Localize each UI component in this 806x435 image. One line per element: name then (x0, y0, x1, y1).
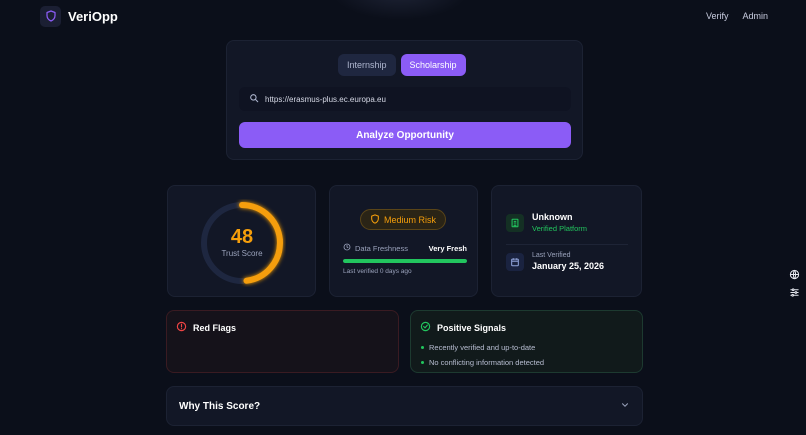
freshness-value: Very Fresh (428, 243, 467, 253)
list-item: Recently verified and up-to-date (421, 340, 544, 355)
url-input[interactable] (265, 94, 555, 104)
alert-circle-icon (176, 321, 187, 334)
side-toolbar (787, 268, 802, 299)
platform-status-row: Unknown Verified Platform (506, 212, 587, 233)
positive-signals-title: Positive Signals (437, 322, 507, 333)
shield-icon (370, 213, 380, 226)
red-flags-title: Red Flags (193, 322, 237, 333)
opportunity-type-tabs: Internship Scholarship (338, 54, 466, 76)
last-verified-row: Last Verified January 25, 2026 (506, 252, 604, 271)
divider (506, 244, 628, 245)
trust-score-value: 48 (230, 226, 254, 248)
search-field (239, 87, 571, 111)
clock-icon (343, 243, 351, 253)
shield-icon (40, 5, 61, 27)
list-item: No conflicting information detected (421, 355, 544, 370)
risk-badge: Medium Risk (360, 209, 447, 230)
brand[interactable]: VeriOpp (40, 5, 118, 27)
tab-internship[interactable]: Internship (338, 54, 396, 76)
last-verified-date: January 25, 2026 (532, 261, 605, 271)
tab-scholarship[interactable]: Scholarship (400, 54, 466, 76)
risk-card: Medium Risk Data Freshness Very Fresh La… (329, 185, 478, 297)
signal-text: Recently verified and up-to-date (429, 343, 536, 352)
analyze-button[interactable]: Analyze Opportunity (239, 122, 571, 148)
verification-meta-card: Unknown Verified Platform Last Verified … (491, 185, 642, 297)
freshness-bar (343, 259, 467, 263)
last-verified-label: Last Verified (532, 252, 571, 259)
signal-text: No conflicting information detected (429, 358, 545, 367)
search-panel: Internship Scholarship Analyze Opportuni… (226, 40, 583, 160)
last-verified-text: Last verified 0 days ago (343, 268, 412, 275)
freshness-label: Data Freshness (355, 243, 408, 253)
building-icon (506, 213, 524, 232)
search-icon (249, 90, 259, 108)
check-circle-icon (420, 321, 431, 334)
red-flags-panel: Red Flags (166, 310, 399, 373)
chevron-down-icon[interactable] (620, 397, 630, 415)
calendar-icon (506, 252, 524, 271)
positive-signals-list: Recently verified and up-to-date No conf… (421, 340, 544, 370)
platform-status-sub: Verified Platform (532, 224, 588, 233)
bullet-dot (421, 361, 424, 364)
trust-score-gauge: 48 Trust Score (198, 199, 286, 287)
why-this-score-title: Why This Score? (179, 400, 261, 412)
why-this-score-accordion[interactable]: Why This Score? (166, 386, 643, 426)
top-nav: VeriOpp Verify Admin (0, 0, 806, 32)
nav-admin[interactable]: Admin (742, 11, 768, 21)
platform-status: Unknown (532, 212, 573, 222)
app-name: VeriOpp (68, 8, 118, 24)
freshness-row: Data Freshness Very Fresh (343, 243, 467, 253)
freshness-bar-fill (343, 259, 467, 263)
sliders-icon[interactable] (788, 286, 801, 299)
nav-links: Verify Admin (706, 11, 768, 21)
nav-verify[interactable]: Verify (706, 11, 729, 21)
globe-icon[interactable] (788, 268, 801, 281)
trust-score-card: 48 Trust Score (167, 185, 316, 297)
positive-signals-panel: Positive Signals Recently verified and u… (410, 310, 643, 373)
trust-score-label: Trust Score (221, 249, 263, 258)
bullet-dot (421, 346, 424, 349)
risk-level: Medium Risk (384, 214, 437, 225)
